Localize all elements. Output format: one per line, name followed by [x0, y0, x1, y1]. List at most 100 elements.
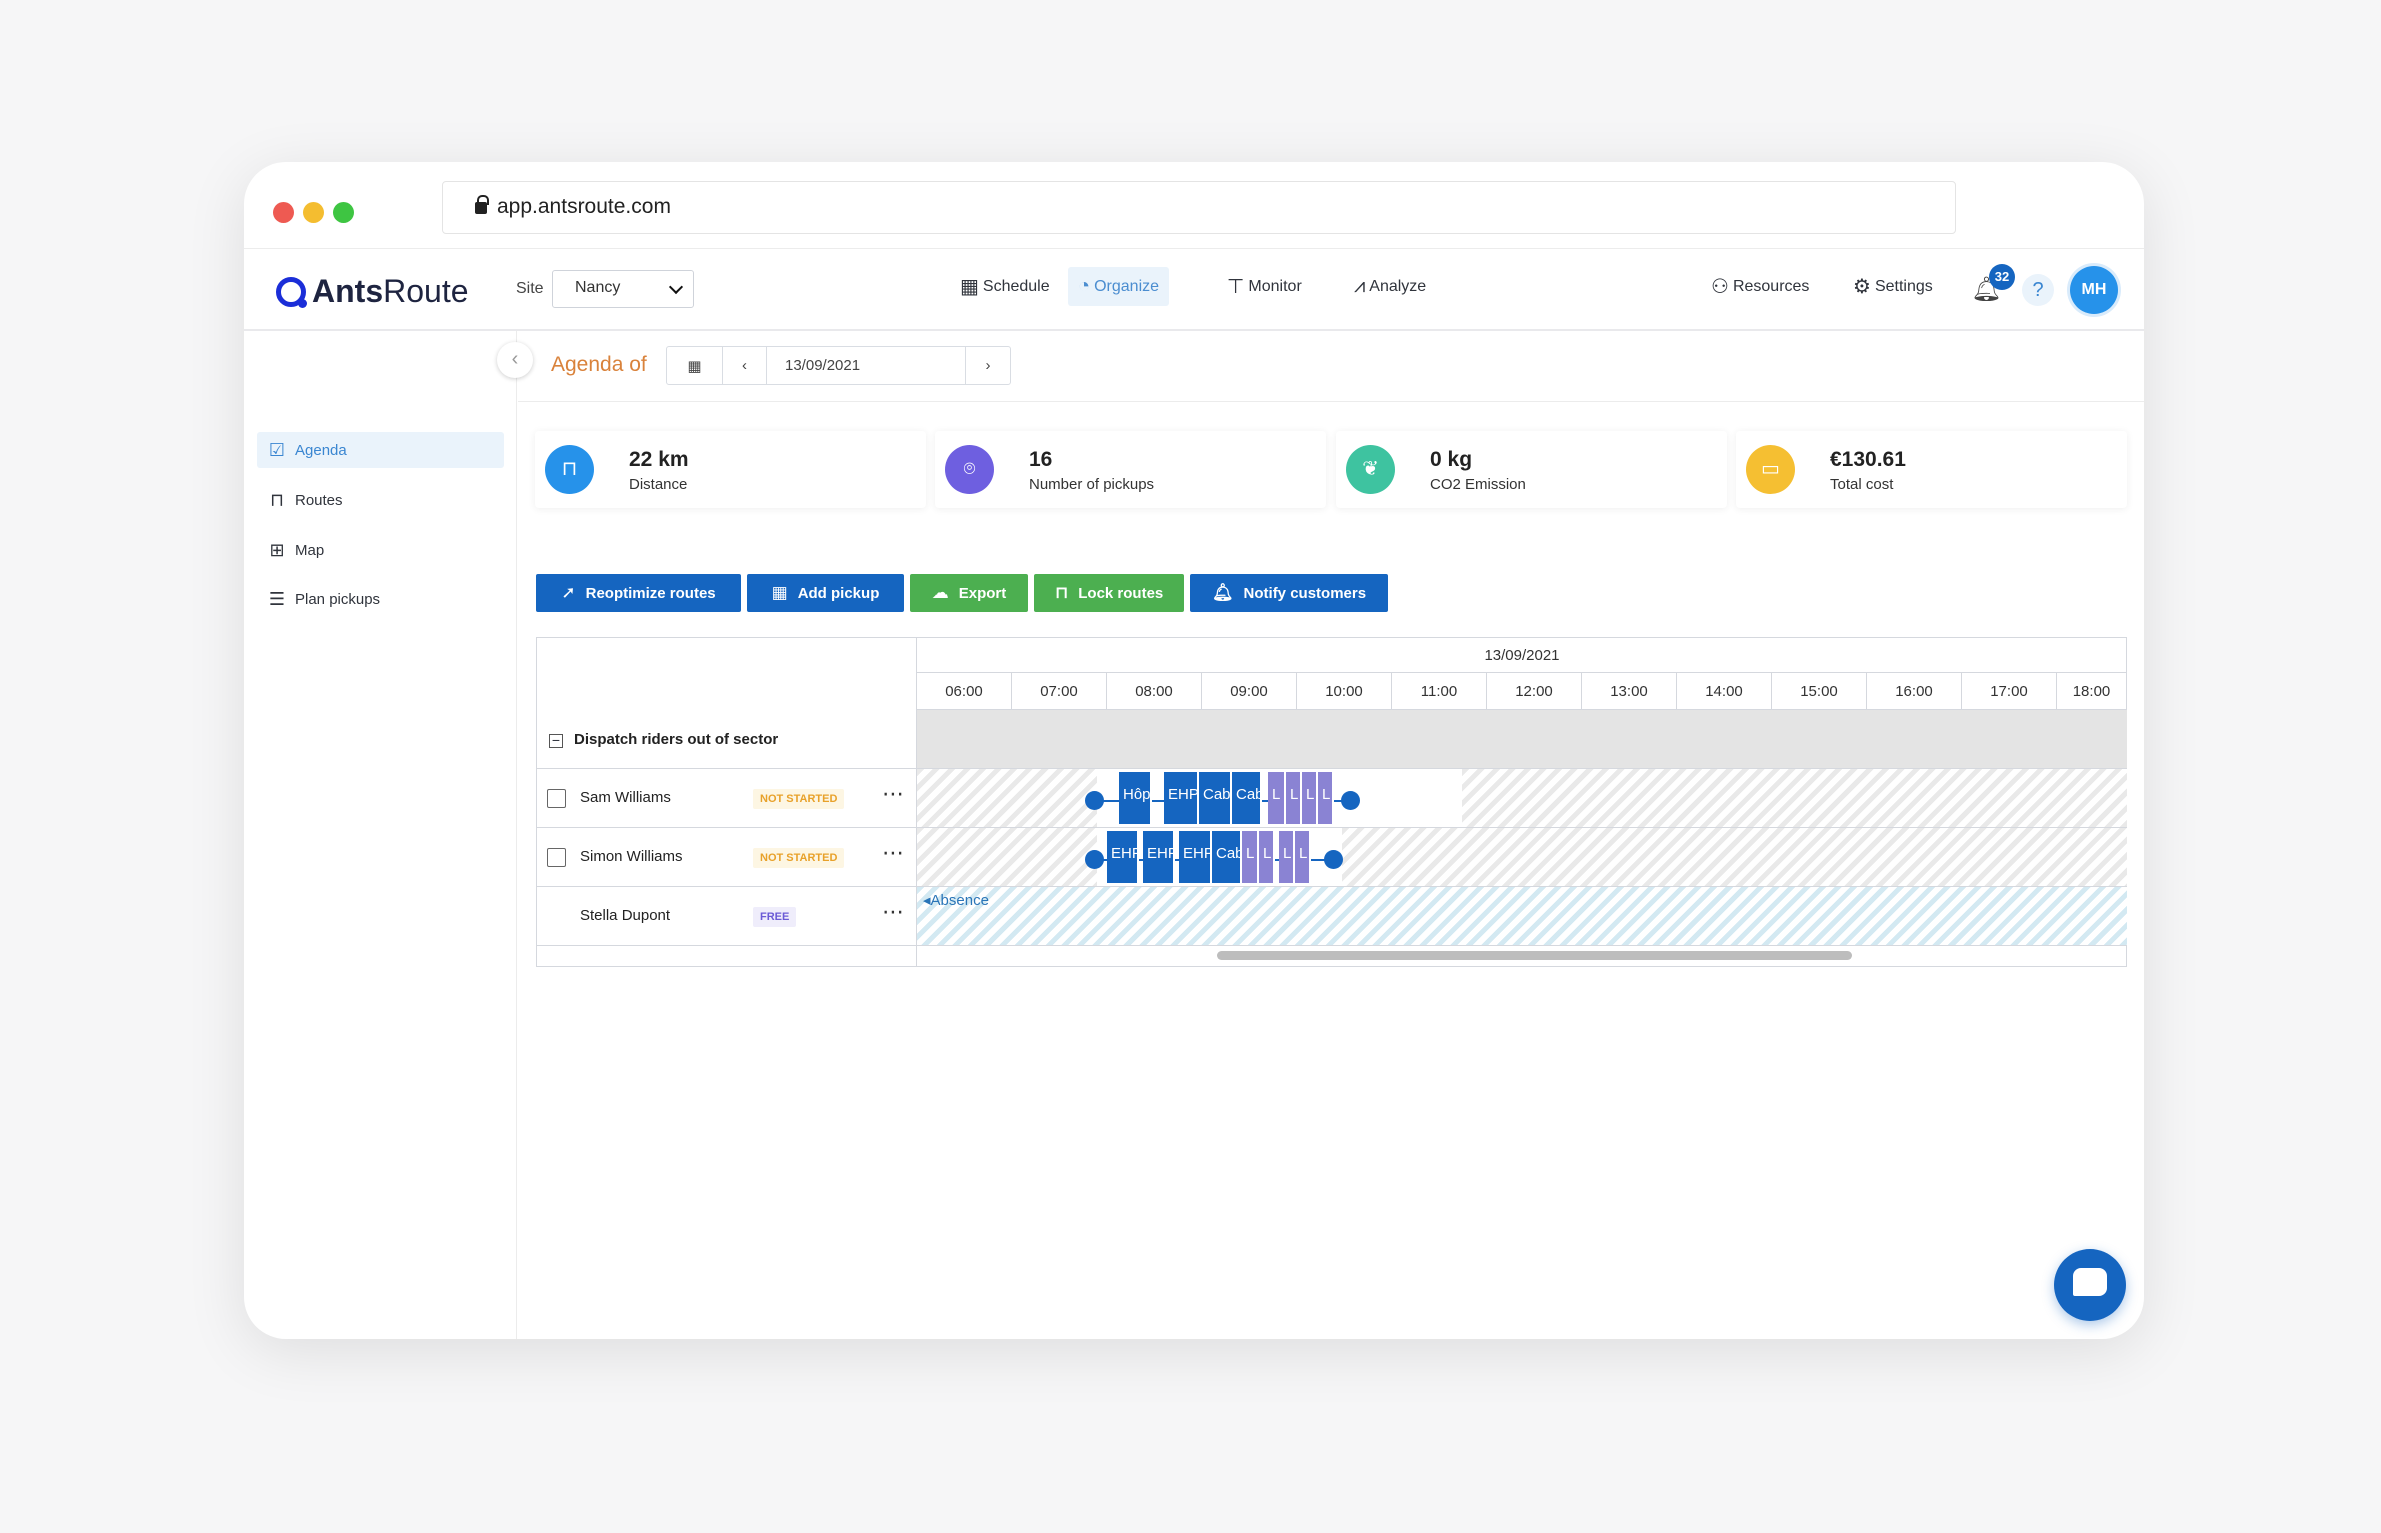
kpi-total-cost: ▭ €130.61 Total cost	[1736, 431, 2127, 508]
resource-lane-sam: Hôp EHP Cab Cab L L L L	[917, 769, 2127, 828]
site-select[interactable]: Nancy	[552, 270, 694, 308]
date-input[interactable]: 13/09/2021	[767, 347, 966, 384]
resource-lane-stella: ◂Absence	[917, 887, 2127, 946]
pickup-task[interactable]: L	[1268, 772, 1286, 824]
kpi-label: CO2 Emission	[1430, 476, 1526, 493]
collapse-group-icon[interactable]: −	[549, 733, 563, 748]
kpi-value: 0 kg	[1430, 448, 1473, 471]
route-end-pin[interactable]	[1324, 850, 1343, 869]
pickup-task[interactable]: Hôp	[1119, 772, 1152, 824]
help-button[interactable]: ?	[2022, 274, 2054, 306]
sidebar-item-map[interactable]: ⊞ Map	[257, 532, 504, 568]
hour-label: 10:00	[1297, 673, 1392, 710]
hour-label: 06:00	[917, 673, 1012, 710]
next-day-button[interactable]: ›	[966, 347, 1010, 384]
pickup-task[interactable]: EHP	[1179, 831, 1212, 883]
brand-logo[interactable]: AntsRoute	[276, 273, 469, 310]
sidebar-item-agenda[interactable]: ☑ Agenda	[257, 432, 504, 468]
minimize-window-dot[interactable]	[303, 202, 324, 223]
hour-label: 09:00	[1202, 673, 1297, 710]
sidebar: ☑ Agenda ⊓ Routes ⊞ Map ☰ Plan pickups	[244, 331, 517, 1339]
chevron-left-icon: ‹	[742, 357, 747, 374]
hour-label: 18:00	[2057, 673, 2127, 710]
hour-label: 16:00	[1867, 673, 1962, 710]
nav-resources[interactable]: ⚇ Resources	[1701, 267, 1819, 306]
calendar-icon: ▦	[960, 276, 979, 298]
user-avatar[interactable]: MH	[2070, 266, 2118, 314]
more-options-icon[interactable]: ⋯	[882, 899, 905, 925]
pickup-task[interactable]: Cab	[1199, 772, 1232, 824]
more-options-icon[interactable]: ⋯	[882, 840, 905, 866]
pickup-task[interactable]: L	[1279, 831, 1295, 883]
timeline-date: 13/09/2021	[917, 638, 2127, 673]
absence-label: ◂Absence	[923, 892, 989, 909]
add-pickup-button[interactable]: ▦ Add pickup	[747, 574, 904, 612]
hour-label: 17:00	[1962, 673, 2057, 710]
hour-label: 11:00	[1392, 673, 1487, 710]
resource-checkbox[interactable]	[547, 848, 566, 867]
kpi-label: Total cost	[1830, 476, 1894, 493]
resource-name: Stella Dupont	[580, 907, 671, 924]
pickup-task[interactable]: Cab	[1212, 831, 1242, 883]
absence-period[interactable]	[917, 887, 2127, 945]
chart-icon: ⩘	[1354, 275, 1366, 297]
agenda-header: Agenda of ▦ ‹ 13/09/2021 ›	[518, 331, 2144, 402]
resource-lane-simon: EHP EHP EHP Cab L L L L	[917, 828, 2127, 887]
sidebar-item-plan-pickups[interactable]: ☰ Plan pickups	[257, 581, 504, 617]
nav-schedule[interactable]: ▦ Schedule	[950, 267, 1060, 306]
kpi-value: 22 km	[629, 448, 689, 471]
address-bar[interactable]: app.antsroute.com	[442, 181, 1956, 234]
hour-label: 07:00	[1012, 673, 1107, 710]
nav-organize[interactable]: ◔ Organize	[1068, 267, 1170, 306]
sidebar-item-routes[interactable]: ⊓ Routes	[257, 482, 504, 518]
pickup-task[interactable]: L	[1286, 772, 1302, 824]
more-options-icon[interactable]: ⋯	[882, 781, 905, 807]
hour-label: 12:00	[1487, 673, 1582, 710]
pickup-task[interactable]: L	[1302, 772, 1318, 824]
lock-icon: ⊓	[1054, 583, 1069, 602]
date-picker-button[interactable]: ▦	[667, 347, 723, 384]
agenda-title: Agenda of	[551, 353, 647, 376]
timeline-hours: 06:00 07:00 08:00 09:00 10:00 11:00 12:0…	[917, 673, 2127, 710]
pickup-task[interactable]: L	[1259, 831, 1275, 883]
map-book-icon: ⊓	[269, 489, 285, 510]
chevron-right-icon: ›	[985, 357, 991, 374]
site-label: Site	[516, 280, 544, 297]
cloud-upload-icon: ☁	[931, 583, 949, 602]
group-name: Dispatch riders out of sector	[574, 731, 779, 748]
lock-routes-button[interactable]: ⊓ Lock routes	[1034, 574, 1184, 612]
reoptimize-routes-button[interactable]: ➚ Reoptimize routes	[536, 574, 741, 612]
pickup-task[interactable]: L	[1318, 772, 1334, 824]
kpi-distance: ⊓ 22 km Distance	[535, 431, 926, 508]
route-start-pin[interactable]	[1085, 791, 1104, 810]
leaf-icon: ❦	[1346, 445, 1395, 494]
resource-checkbox[interactable]	[547, 789, 566, 808]
group-row[interactable]: − Dispatch riders out of sector	[537, 710, 917, 769]
maximize-window-dot[interactable]	[333, 202, 354, 223]
hour-label: 08:00	[1107, 673, 1202, 710]
pickup-task[interactable]: L	[1242, 831, 1259, 883]
pin-icon: ⌾	[945, 445, 994, 494]
top-navigation: AntsRoute Site Nancy ▦ Schedule ◔ Organi…	[244, 249, 2144, 331]
nav-analyze[interactable]: ⩘ Analyze	[1344, 267, 1436, 306]
notify-customers-button[interactable]: 🔔︎ Notify customers	[1190, 574, 1388, 612]
resource-name: Sam Williams	[580, 789, 671, 806]
brand-name: AntsRoute	[312, 273, 469, 309]
pickup-task[interactable]: EHP	[1164, 772, 1199, 824]
close-window-dot[interactable]	[273, 202, 294, 223]
route-end-pin[interactable]	[1341, 791, 1360, 810]
export-button[interactable]: ☁ Export	[910, 574, 1028, 612]
pickup-task[interactable]: EHP	[1107, 831, 1139, 883]
timeline-scrollbar[interactable]	[1217, 951, 1852, 960]
pickup-task[interactable]: EHP	[1143, 831, 1175, 883]
site-select-value: Nancy	[575, 279, 621, 296]
nav-settings[interactable]: ⚙ Settings	[1843, 267, 1943, 306]
previous-day-button[interactable]: ‹	[723, 347, 767, 384]
chat-button[interactable]	[2054, 1249, 2126, 1321]
nav-monitor[interactable]: ⊤ Monitor	[1217, 267, 1312, 306]
pickup-task[interactable]: L	[1295, 831, 1311, 883]
group-lane	[917, 710, 2127, 769]
unavailable-period	[917, 828, 1097, 886]
route-start-pin[interactable]	[1085, 850, 1104, 869]
pickup-task[interactable]: Cab	[1232, 772, 1262, 824]
